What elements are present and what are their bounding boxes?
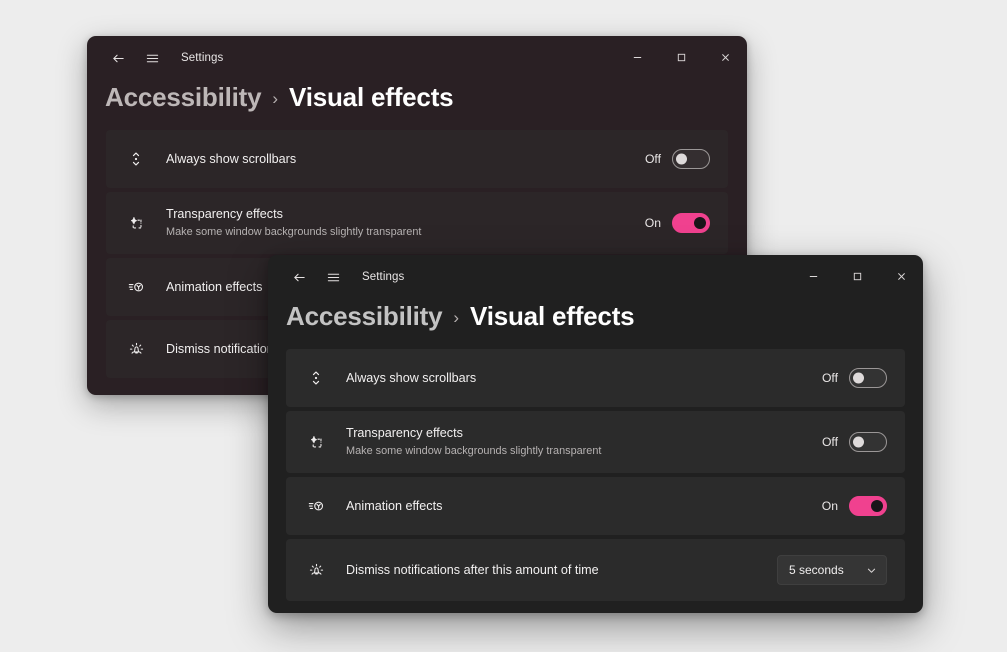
animation-icon <box>303 493 329 519</box>
setting-title: Animation effects <box>346 498 443 513</box>
toggle-always-show-scrollbars[interactable] <box>849 368 887 388</box>
toggle-transparency-effects-back[interactable] <box>672 213 710 233</box>
back-arrow-icon[interactable] <box>284 262 314 292</box>
settings-list-front: Always show scrollbars Off Transparency … <box>268 349 923 601</box>
dropdown-dismiss-notifications-duration[interactable]: 5 seconds <box>777 555 887 585</box>
toggle-transparency-effects[interactable] <box>849 432 887 452</box>
setting-row-transparency-effects[interactable]: Transparency effects Make some window ba… <box>286 411 905 473</box>
settings-window-foreground[interactable]: Settings Accessibility › Visual effects <box>268 255 923 613</box>
notification-bell-icon <box>303 557 329 583</box>
toggle-state-label: Off <box>821 435 838 449</box>
toggle-state-label: On <box>821 499 838 513</box>
setting-text-2: Transparency effects Make some window ba… <box>346 425 810 458</box>
setting-title: Always show scrollbars <box>346 370 477 385</box>
setting-row-transparency-effects-back[interactable]: Transparency effects Make some window ba… <box>106 192 728 254</box>
dropdown-selected-value: 5 seconds <box>789 563 844 577</box>
setting-row-dismiss-notifications[interactable]: Dismiss notifications after this amount … <box>286 539 905 601</box>
toggle-state-label: Off <box>821 371 838 385</box>
toggle-state-label: Off <box>644 152 661 166</box>
breadcrumb-separator-back: › <box>272 88 279 108</box>
animation-icon <box>123 274 149 300</box>
setting-control-back-2: On <box>645 213 710 233</box>
window-controls-front <box>791 255 923 297</box>
minimize-button-back[interactable] <box>615 36 659 78</box>
setting-text-1: Always show scrollbars <box>346 370 810 386</box>
setting-control-1: Off <box>822 368 887 388</box>
breadcrumb-front: Accessibility › Visual effects <box>268 301 923 332</box>
breadcrumb-parent-back[interactable]: Accessibility <box>105 82 262 113</box>
maximize-button-back[interactable] <box>659 36 703 78</box>
setting-title: Transparency effects <box>346 426 463 441</box>
chevron-down-icon <box>866 565 877 576</box>
setting-text-3: Animation effects <box>346 498 810 514</box>
toggle-animation-effects[interactable] <box>849 496 887 516</box>
app-title-front: Settings <box>362 271 405 283</box>
setting-text-back-1: Always show scrollbars <box>166 151 633 167</box>
setting-text-back-2: Transparency effects Make some window ba… <box>166 206 633 239</box>
page-title-back: Visual effects <box>289 82 454 112</box>
page-title-front: Visual effects <box>470 301 635 331</box>
setting-row-always-show-scrollbars[interactable]: Always show scrollbars Off <box>286 349 905 407</box>
setting-control-3: On <box>822 496 887 516</box>
close-button-back[interactable] <box>703 36 747 78</box>
scrollbar-icon <box>303 365 329 391</box>
setting-row-animation-effects[interactable]: Animation effects On <box>286 477 905 535</box>
notification-bell-icon <box>123 336 149 362</box>
app-title-back: Settings <box>181 52 224 64</box>
setting-control-4: 5 seconds <box>777 555 887 585</box>
scrollbar-icon <box>123 146 149 172</box>
titlebar-front: Settings <box>268 255 923 299</box>
setting-row-always-show-scrollbars-back[interactable]: Always show scrollbars Off <box>106 130 728 188</box>
window-controls-back <box>615 36 747 78</box>
setting-title: Dismiss notifications after this amount … <box>346 562 599 577</box>
transparency-icon <box>123 210 149 236</box>
titlebar-back: Settings <box>87 36 747 80</box>
breadcrumb-separator-front: › <box>453 307 460 327</box>
minimize-button-front[interactable] <box>791 255 835 297</box>
setting-text-4: Dismiss notifications after this amount … <box>346 562 765 578</box>
setting-title: Transparency effects <box>166 207 283 222</box>
setting-subtitle: Make some window backgrounds slightly tr… <box>346 444 602 457</box>
transparency-icon <box>303 429 329 455</box>
hamburger-menu-icon[interactable] <box>318 262 348 292</box>
breadcrumb-parent-front[interactable]: Accessibility <box>286 301 443 332</box>
maximize-button-front[interactable] <box>835 255 879 297</box>
screen: Settings Accessibility › Visual effects … <box>0 0 1007 652</box>
close-button-front[interactable] <box>879 255 923 297</box>
back-arrow-icon[interactable] <box>103 43 133 73</box>
hamburger-menu-icon[interactable] <box>137 43 167 73</box>
setting-subtitle: Make some window backgrounds slightly tr… <box>166 225 422 238</box>
breadcrumb-back: Accessibility › Visual effects <box>87 82 747 113</box>
toggle-always-show-scrollbars-back[interactable] <box>672 149 710 169</box>
setting-control-back-1: Off <box>645 149 710 169</box>
setting-control-2: Off <box>822 432 887 452</box>
setting-title: Always show scrollbars <box>166 151 297 166</box>
toggle-state-label: On <box>644 216 661 230</box>
